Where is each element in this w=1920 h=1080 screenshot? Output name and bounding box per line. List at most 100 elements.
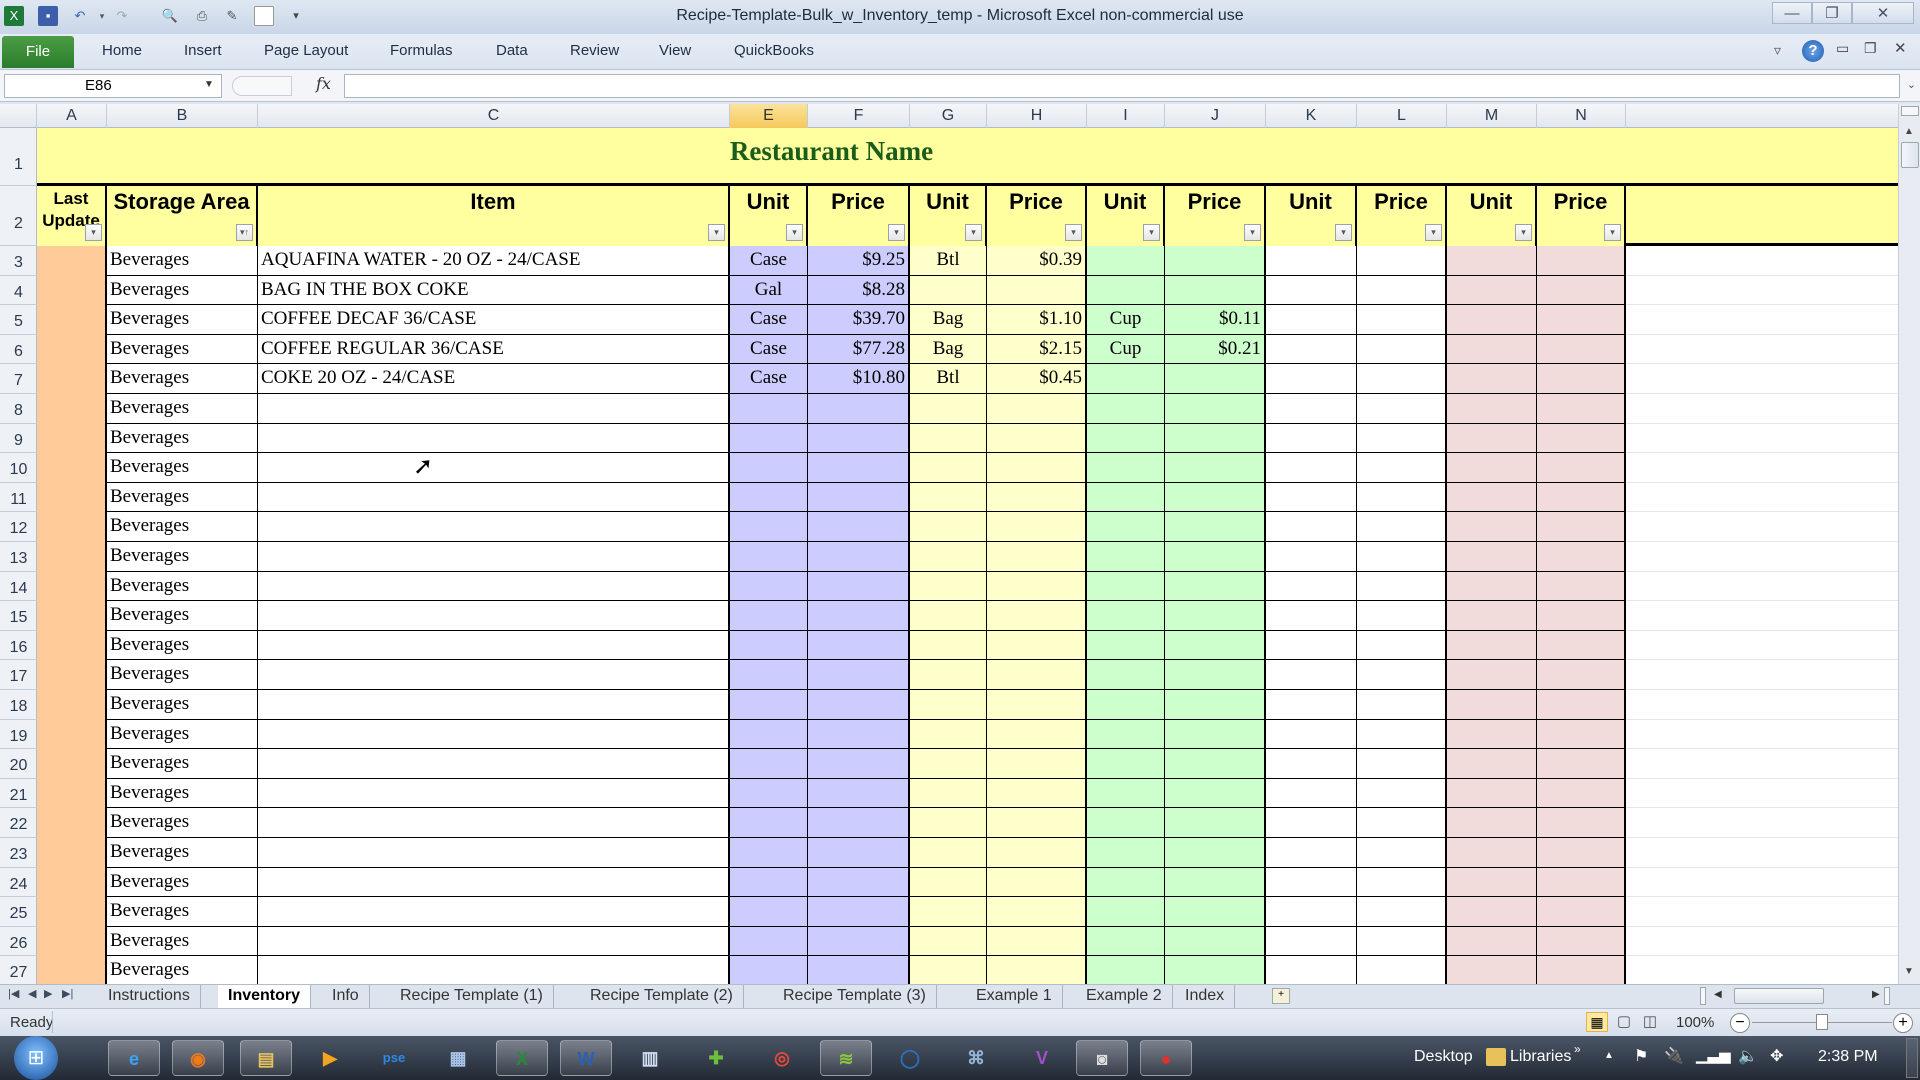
- price-5-cell[interactable]: [1537, 601, 1626, 631]
- zoom-level[interactable]: 100%: [1676, 1014, 1714, 1031]
- price-4-cell[interactable]: [1357, 571, 1447, 602]
- formula-input[interactable]: [344, 74, 1900, 98]
- item-cell[interactable]: [258, 867, 730, 898]
- insert-worksheet-icon[interactable]: +: [1272, 988, 1290, 1004]
- unit-3-cell[interactable]: [1087, 749, 1165, 779]
- price-4-cell[interactable]: [1357, 423, 1447, 454]
- unit-5-cell[interactable]: [1447, 956, 1537, 984]
- unit-3-cell[interactable]: [1087, 808, 1165, 838]
- dropbox-sync-icon[interactable]: ✥: [1770, 1046, 1783, 1066]
- network-signal-icon[interactable]: ▁▃▅: [1696, 1046, 1731, 1064]
- unit-3-cell[interactable]: [1087, 453, 1165, 483]
- price-4-cell[interactable]: [1357, 334, 1447, 365]
- row-header-17[interactable]: 17: [0, 660, 37, 690]
- price-1-cell[interactable]: $8.28: [808, 275, 910, 306]
- storage-area-cell[interactable]: Beverages: [107, 749, 258, 779]
- unit-5-cell[interactable]: [1447, 482, 1537, 513]
- unit-5-cell[interactable]: [1447, 423, 1537, 454]
- column-header-n[interactable]: N: [1537, 104, 1626, 128]
- unit-4-cell[interactable]: [1266, 542, 1357, 572]
- price-2-cell[interactable]: [987, 512, 1087, 542]
- taskbar-media-player-icon[interactable]: ▶: [304, 1040, 356, 1076]
- column-header-e[interactable]: E: [730, 104, 808, 128]
- price-1-cell[interactable]: [808, 601, 910, 631]
- price-5-cell[interactable]: [1537, 453, 1626, 483]
- price-4-cell[interactable]: [1357, 512, 1447, 542]
- unit-4-cell[interactable]: [1266, 394, 1357, 424]
- empty-cells[interactable]: [1626, 424, 1898, 454]
- unit-4-cell[interactable]: [1266, 838, 1357, 868]
- unit-1-cell[interactable]: Case: [730, 246, 808, 276]
- unit-1-cell[interactable]: Case: [730, 334, 808, 365]
- unit-1-cell[interactable]: [730, 423, 808, 454]
- price-3-cell[interactable]: [1165, 660, 1266, 690]
- unit-3-cell[interactable]: [1087, 364, 1165, 394]
- taskbar-chrome-icon[interactable]: ◎: [756, 1040, 808, 1076]
- price-1-cell[interactable]: [808, 423, 910, 454]
- price-4-cell[interactable]: [1357, 749, 1447, 779]
- price-1-cell[interactable]: [808, 838, 910, 868]
- unit-4-cell[interactable]: [1266, 926, 1357, 957]
- row-header-7[interactable]: 7: [0, 364, 37, 394]
- price-5-cell[interactable]: [1537, 897, 1626, 927]
- empty-cells[interactable]: [1626, 690, 1898, 720]
- price-5-cell[interactable]: [1537, 749, 1626, 779]
- price-1-cell[interactable]: $9.25: [808, 246, 910, 276]
- empty-cells[interactable]: [1626, 631, 1898, 661]
- price-1-cell[interactable]: [808, 808, 910, 838]
- workbook-minimize-icon[interactable]: ▭: [1836, 40, 1849, 57]
- unit-5-cell[interactable]: [1447, 364, 1537, 394]
- price-4-cell[interactable]: [1357, 956, 1447, 984]
- unit-4-cell[interactable]: [1266, 660, 1357, 690]
- price-2-cell[interactable]: [987, 749, 1087, 779]
- price-3-cell[interactable]: [1165, 512, 1266, 542]
- price-2-cell[interactable]: [987, 423, 1087, 454]
- storage-area-cell[interactable]: Beverages: [107, 423, 258, 454]
- unit-3-cell[interactable]: [1087, 838, 1165, 868]
- price-1-cell[interactable]: [808, 778, 910, 809]
- unit-2-cell[interactable]: [910, 542, 987, 572]
- price-2-cell[interactable]: [987, 778, 1087, 809]
- first-sheet-icon[interactable]: |◀: [8, 987, 19, 1000]
- tab-data[interactable]: Data: [496, 42, 528, 59]
- unit-5-cell[interactable]: [1447, 690, 1537, 720]
- filter-dropdown-unit-5[interactable]: ▾: [1515, 224, 1532, 241]
- taskbar-excel-icon[interactable]: X: [496, 1040, 548, 1076]
- horizontal-scrollbar[interactable]: ◀ ▶: [1700, 987, 1890, 1005]
- workbook-restore-icon[interactable]: ❐: [1864, 40, 1877, 57]
- filter-dropdown-storage-area[interactable]: ▾↑: [236, 224, 253, 241]
- volume-icon[interactable]: 🔈: [1738, 1046, 1758, 1066]
- unit-2-cell[interactable]: [910, 749, 987, 779]
- empty-cells[interactable]: [1626, 394, 1898, 424]
- unit-4-cell[interactable]: [1266, 719, 1357, 750]
- last-update-cell[interactable]: [37, 246, 107, 276]
- unit-1-cell[interactable]: [730, 542, 808, 572]
- row-header-11[interactable]: 11: [0, 483, 37, 513]
- unit-4-cell[interactable]: [1266, 275, 1357, 306]
- scroll-down-icon[interactable]: ▼: [1904, 966, 1914, 977]
- storage-area-cell[interactable]: Beverages: [107, 630, 258, 661]
- unit-2-cell[interactable]: Btl: [910, 364, 987, 394]
- storage-area-cell[interactable]: Beverages: [107, 364, 258, 394]
- insert-function-icon[interactable]: fx: [316, 74, 331, 93]
- clock[interactable]: 2:38 PM: [1818, 1048, 1878, 1066]
- price-5-cell[interactable]: [1537, 275, 1626, 306]
- unit-4-cell[interactable]: [1266, 571, 1357, 602]
- taskbar-photoshop-elements-icon[interactable]: pse: [368, 1040, 420, 1076]
- price-1-cell[interactable]: [808, 453, 910, 483]
- item-cell[interactable]: BAG IN THE BOX COKE: [258, 275, 730, 306]
- last-update-cell[interactable]: [37, 660, 107, 690]
- filter-dropdown-unit-3[interactable]: ▾: [1143, 224, 1160, 241]
- zoom-out-button[interactable]: −: [1730, 1013, 1750, 1033]
- unit-3-cell[interactable]: [1087, 601, 1165, 631]
- price-3-cell[interactable]: [1165, 394, 1266, 424]
- price-2-cell[interactable]: [987, 808, 1087, 838]
- unit-3-cell[interactable]: [1087, 690, 1165, 720]
- item-cell[interactable]: [258, 719, 730, 750]
- unit-4-cell[interactable]: [1266, 246, 1357, 276]
- worksheet-grid[interactable]: ABCEFGHIJKLMN 1 2 3 4 5 6 7 8 9 10 11 12 13 14 15 16 17 1…: [0, 104, 1898, 984]
- row-header-1[interactable]: 1: [0, 128, 37, 186]
- last-update-cell[interactable]: [37, 482, 107, 513]
- item-cell[interactable]: [258, 660, 730, 690]
- last-update-cell[interactable]: [37, 719, 107, 750]
